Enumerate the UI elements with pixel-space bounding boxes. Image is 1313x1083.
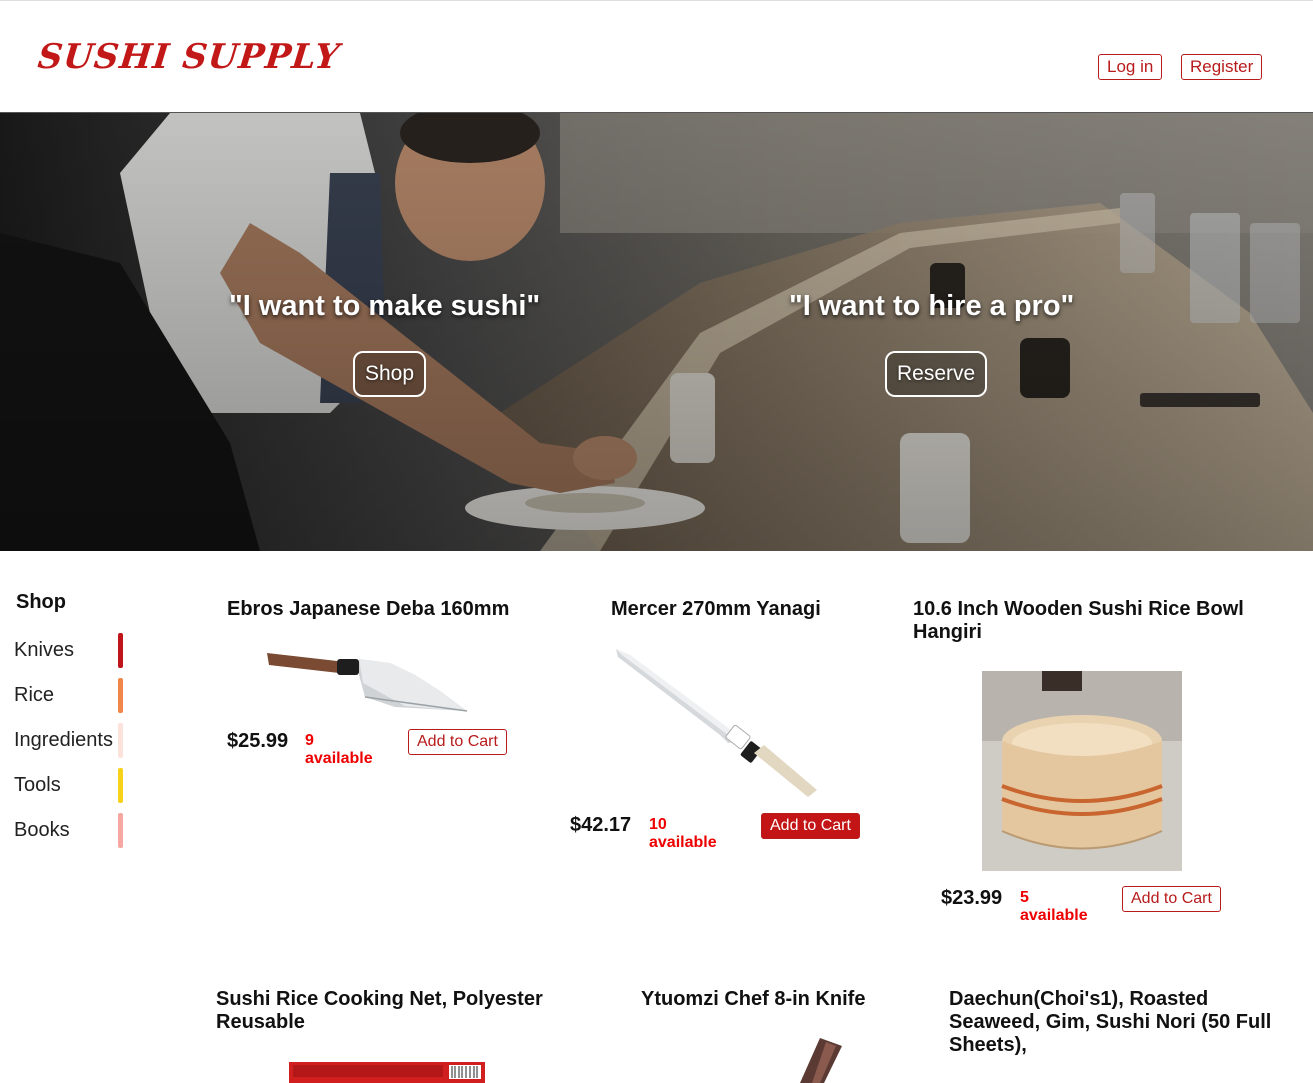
- register-button[interactable]: Register: [1181, 54, 1263, 80]
- product-price: $42.17: [570, 814, 632, 836]
- sidebar-item-ingredients[interactable]: Ingredients: [14, 723, 124, 758]
- hero-make-sushi-text: "I want to make sushi": [229, 290, 541, 322]
- product-title[interactable]: 10.6 Inch Wooden Sushi Rice Bowl Hangiri: [913, 598, 1263, 644]
- sidebar-title: Shop: [16, 591, 66, 613]
- site-logo[interactable]: Sushi Supply: [36, 37, 342, 77]
- product-availability: 5 available: [1020, 889, 1088, 924]
- site-header: Sushi Supply Log in Register: [0, 0, 1313, 113]
- cooking-net-image[interactable]: [289, 1062, 485, 1083]
- hero-reserve-button[interactable]: Reserve: [885, 351, 988, 397]
- hero-banner: "I want to make sushi" Shop "I want to h…: [0, 113, 1313, 551]
- hangiri-bowl-image[interactable]: [982, 671, 1182, 871]
- product-price: $25.99: [227, 730, 289, 752]
- chef-knife-image[interactable]: [780, 1038, 850, 1083]
- sidebar-item-label: Tools: [14, 774, 61, 796]
- hero-hire-pro-text: "I want to hire a pro": [789, 290, 1075, 322]
- category-color-bar: [118, 678, 123, 713]
- sidebar-item-rice[interactable]: Rice: [14, 678, 124, 713]
- product-title[interactable]: Ytuomzi Chef 8-in Knife: [641, 988, 921, 1011]
- product-availability: 10 available: [649, 816, 717, 851]
- sidebar-item-label: Knives: [14, 639, 75, 661]
- sidebar-item-label: Rice: [14, 684, 55, 706]
- sidebar-item-knives[interactable]: Knives: [14, 633, 124, 668]
- yanagi-knife-image[interactable]: [612, 645, 822, 800]
- product-price: $23.99: [941, 887, 1003, 909]
- category-color-bar: [118, 768, 123, 803]
- sidebar-item-tools[interactable]: Tools: [14, 768, 124, 803]
- product-availability: 9 available: [305, 732, 373, 767]
- sidebar-item-label: Ingredients: [14, 729, 113, 751]
- hero-shop-button[interactable]: Shop: [353, 351, 427, 397]
- hero-background-image: [0, 113, 1313, 551]
- product-title[interactable]: Mercer 270mm Yanagi: [611, 598, 911, 621]
- category-color-bar: [118, 633, 123, 668]
- add-to-cart-button[interactable]: Add to Cart: [1122, 886, 1221, 912]
- product-title[interactable]: Ebros Japanese Deba 160mm: [227, 598, 547, 621]
- add-to-cart-button[interactable]: Add to Cart: [408, 729, 507, 755]
- product-title[interactable]: Sushi Rice Cooking Net, Polyester Reusab…: [216, 988, 556, 1034]
- sidebar-item-books[interactable]: Books: [14, 813, 124, 848]
- login-button[interactable]: Log in: [1098, 54, 1163, 80]
- category-color-bar: [118, 723, 123, 758]
- deba-knife-image[interactable]: [265, 643, 470, 718]
- add-to-cart-button[interactable]: Add to Cart: [761, 813, 860, 839]
- product-title[interactable]: Daechun(Choi's1), Roasted Seaweed, Gim, …: [949, 988, 1279, 1057]
- category-color-bar: [118, 813, 123, 848]
- sidebar-item-label: Books: [14, 819, 70, 841]
